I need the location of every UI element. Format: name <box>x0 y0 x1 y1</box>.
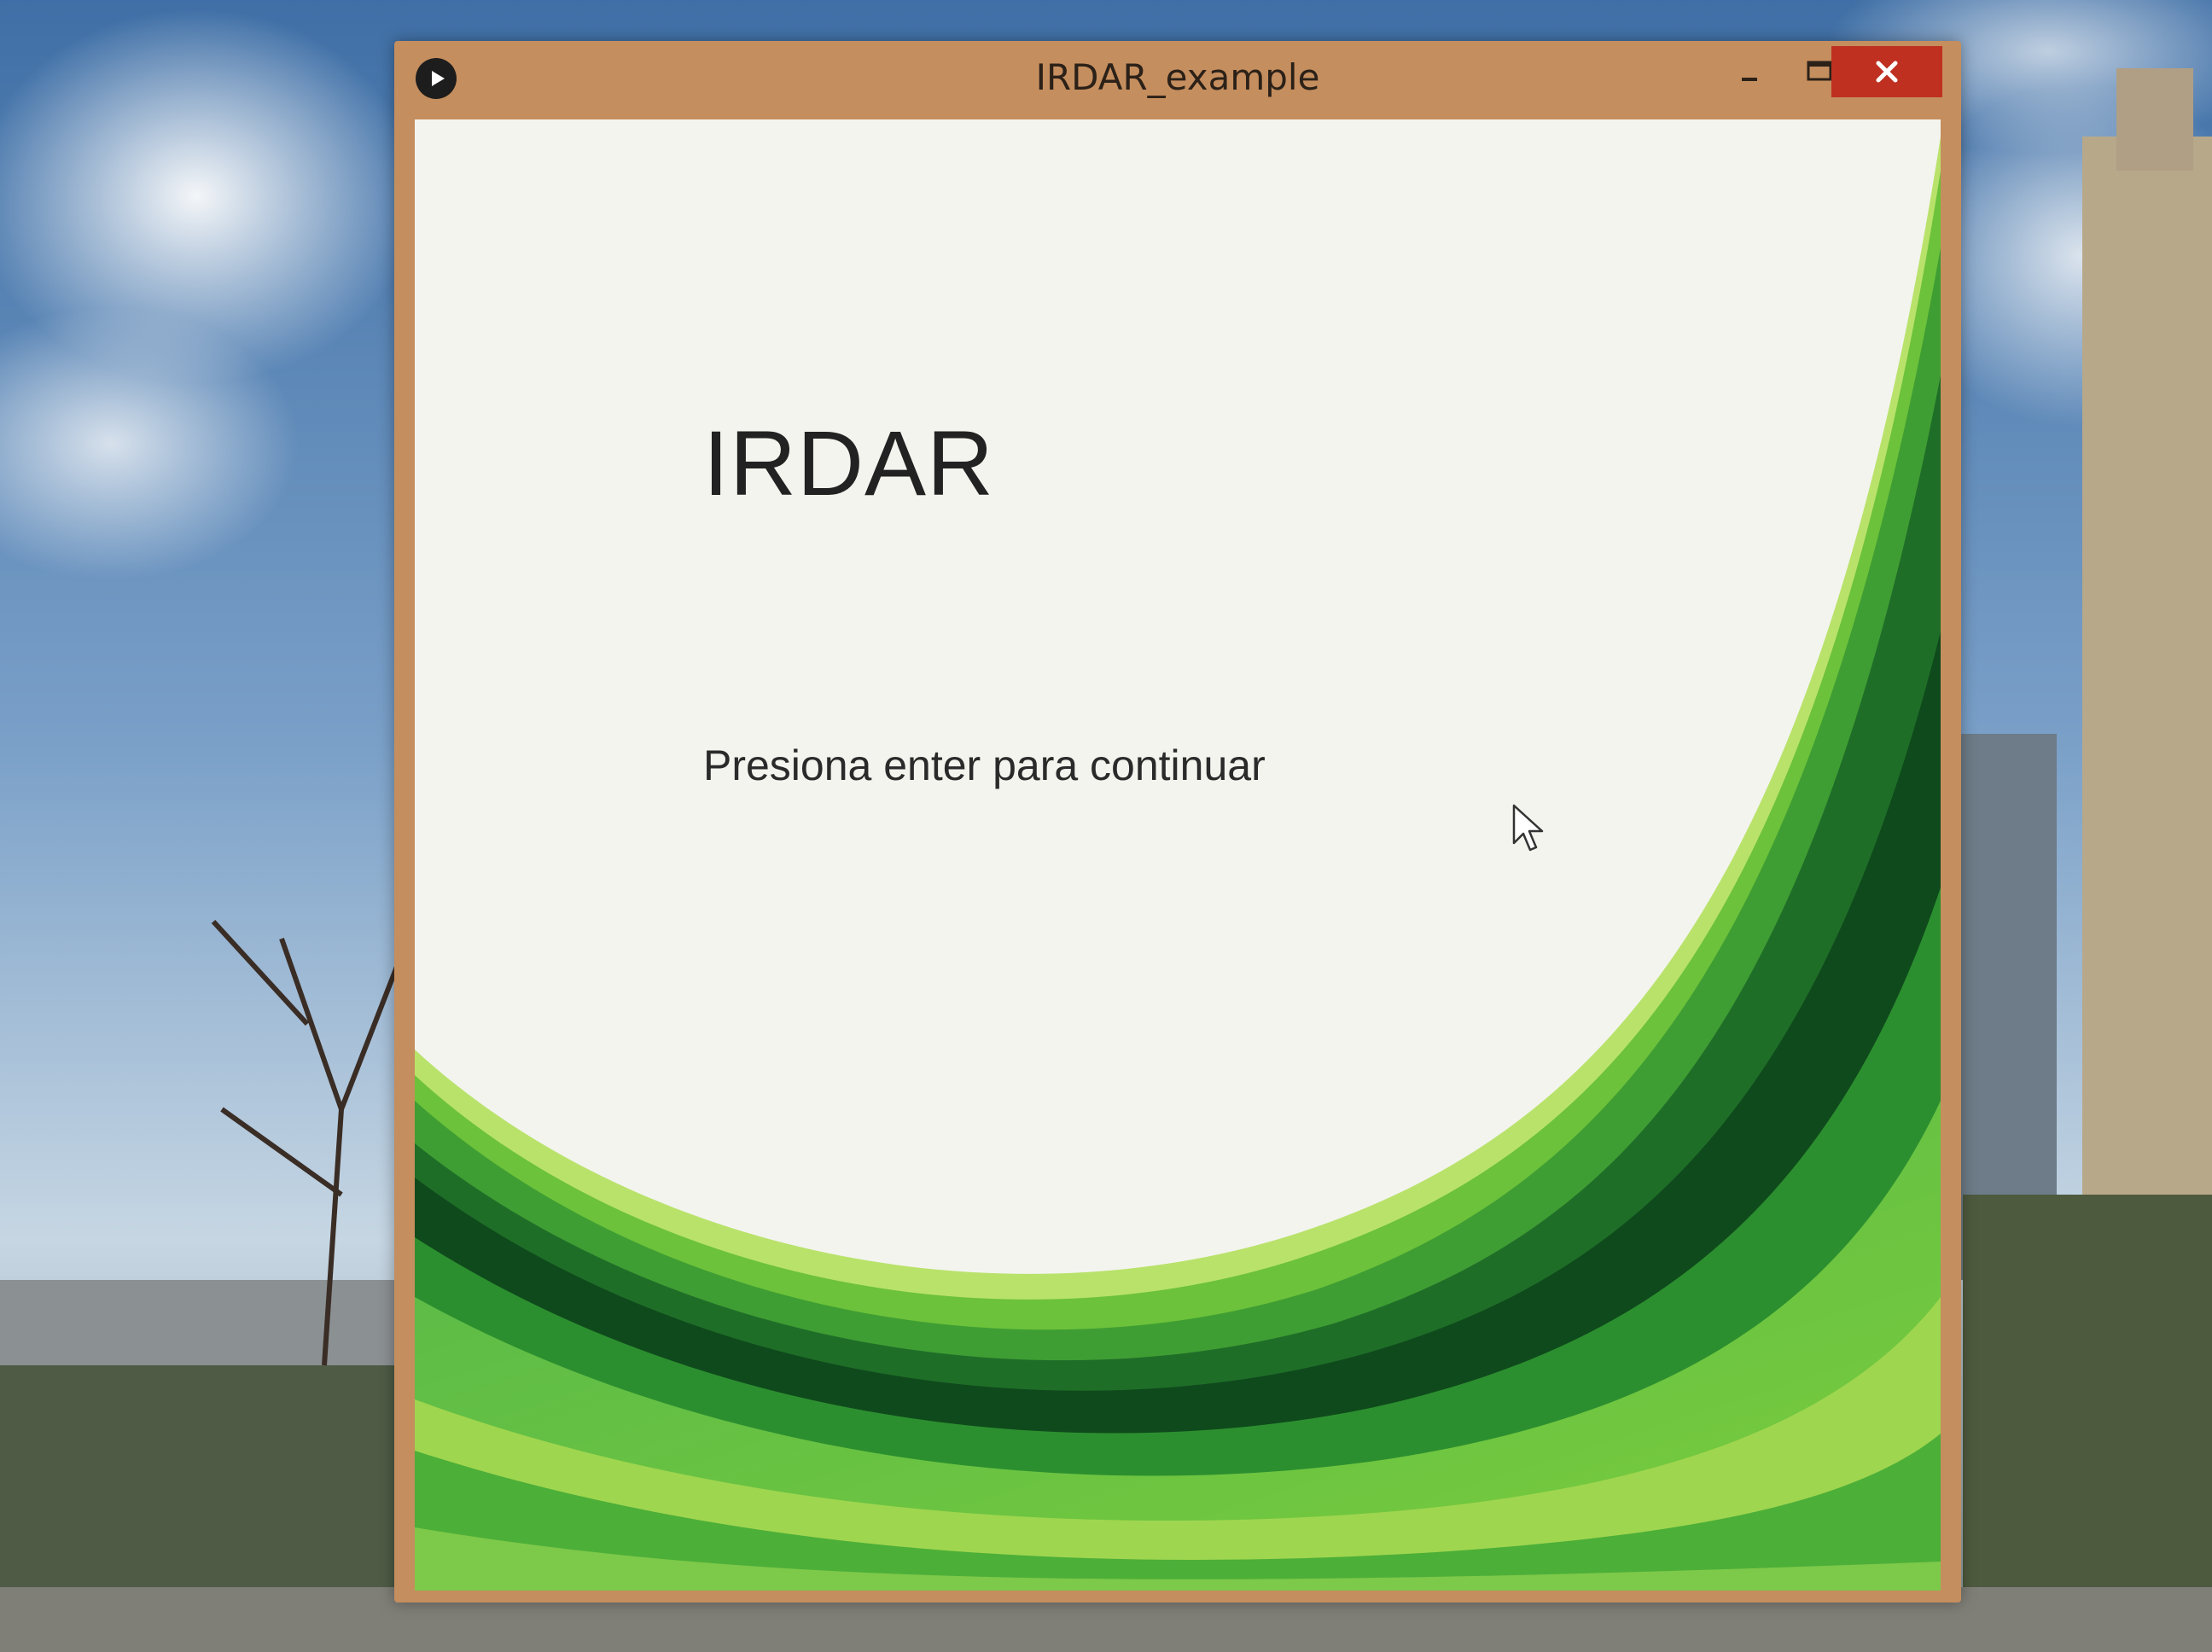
app-canvas[interactable]: IRDAR Presiona enter para continuar <box>415 119 1941 1591</box>
maximize-icon <box>1807 61 1832 81</box>
title-bar[interactable]: IRDAR_example <box>394 41 1961 119</box>
app-heading: IRDAR <box>703 411 995 515</box>
close-icon <box>1876 61 1898 83</box>
app-window: IRDAR_example IRDAR Presiona enter para … <box>394 41 1961 1603</box>
desktop: IRDAR_example IRDAR Presiona enter para … <box>0 0 2212 1652</box>
close-button[interactable] <box>1831 46 1942 97</box>
minimize-button[interactable] <box>1715 46 1784 97</box>
green-swoosh-background <box>415 137 1941 1591</box>
continue-prompt: Presiona enter para continuar <box>703 742 1266 789</box>
mouse-cursor-icon <box>1512 804 1544 852</box>
minimize-icon <box>1742 78 1757 81</box>
